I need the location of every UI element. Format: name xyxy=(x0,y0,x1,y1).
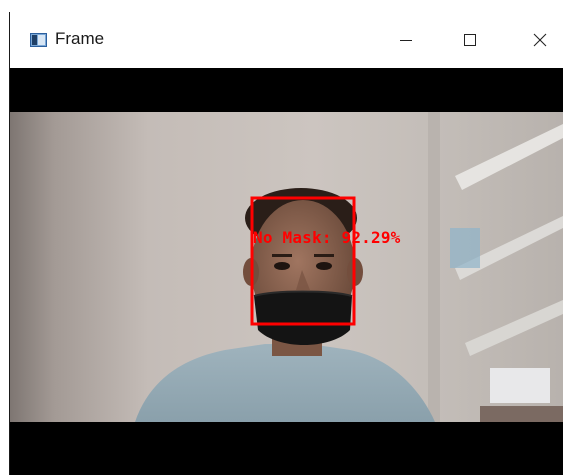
camera-feed xyxy=(10,68,563,475)
window-title: Frame xyxy=(55,29,105,48)
title-bar[interactable]: Frame xyxy=(10,12,563,68)
close-icon xyxy=(533,33,547,47)
maximize-icon xyxy=(464,34,476,46)
opencv-frame-window: Frame No Mask: 92.29% xyxy=(10,12,563,475)
video-frame: No Mask: 92.29% xyxy=(10,68,563,475)
minimize-icon xyxy=(400,40,412,41)
detection-label: No Mask: 92.29% xyxy=(253,228,401,247)
minimize-button[interactable] xyxy=(383,22,429,58)
maximize-button[interactable] xyxy=(447,22,493,58)
close-button[interactable] xyxy=(517,22,563,58)
opencv-window-icon xyxy=(30,33,47,47)
